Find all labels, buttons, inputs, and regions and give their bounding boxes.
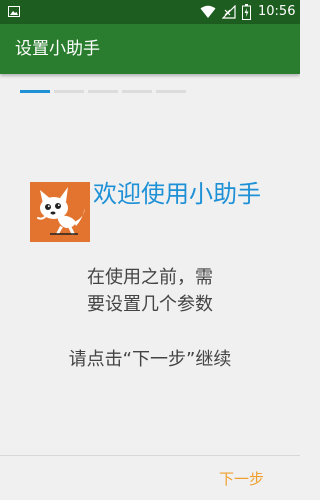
step-5-indicator — [156, 90, 186, 93]
fox-cartoon-logo-icon — [30, 182, 90, 242]
step-4-indicator — [122, 90, 152, 93]
step-2-indicator — [54, 90, 84, 93]
description-line-1: 在使用之前，需 — [87, 267, 213, 288]
description-line-2: 要设置几个参数 — [87, 294, 213, 315]
status-bar: 10:56 — [0, 0, 300, 24]
thumbnail-icon — [8, 6, 20, 17]
status-clock: 10:56 — [258, 4, 296, 19]
no-signal-icon — [222, 5, 236, 19]
battery-charging-icon — [242, 4, 251, 20]
step-1-indicator — [20, 90, 50, 93]
instruction-text: 请点击“下一步”继续 — [68, 349, 232, 370]
step-3-indicator — [88, 90, 118, 93]
next-step-button[interactable]: 下一步 — [185, 456, 290, 500]
welcome-title: 欢迎使用小助手 — [93, 180, 261, 208]
app-title: 设置小助手 — [15, 39, 100, 59]
next-step-label: 下一步 — [218, 469, 264, 488]
app-bar: 设置小助手 — [0, 24, 300, 74]
wifi-icon — [200, 5, 216, 18]
setup-wizard-screen: 10:56 设置小助手 欢迎使用小助手 在使用之前，需 要设置几个参数 请点击“… — [0, 0, 300, 500]
